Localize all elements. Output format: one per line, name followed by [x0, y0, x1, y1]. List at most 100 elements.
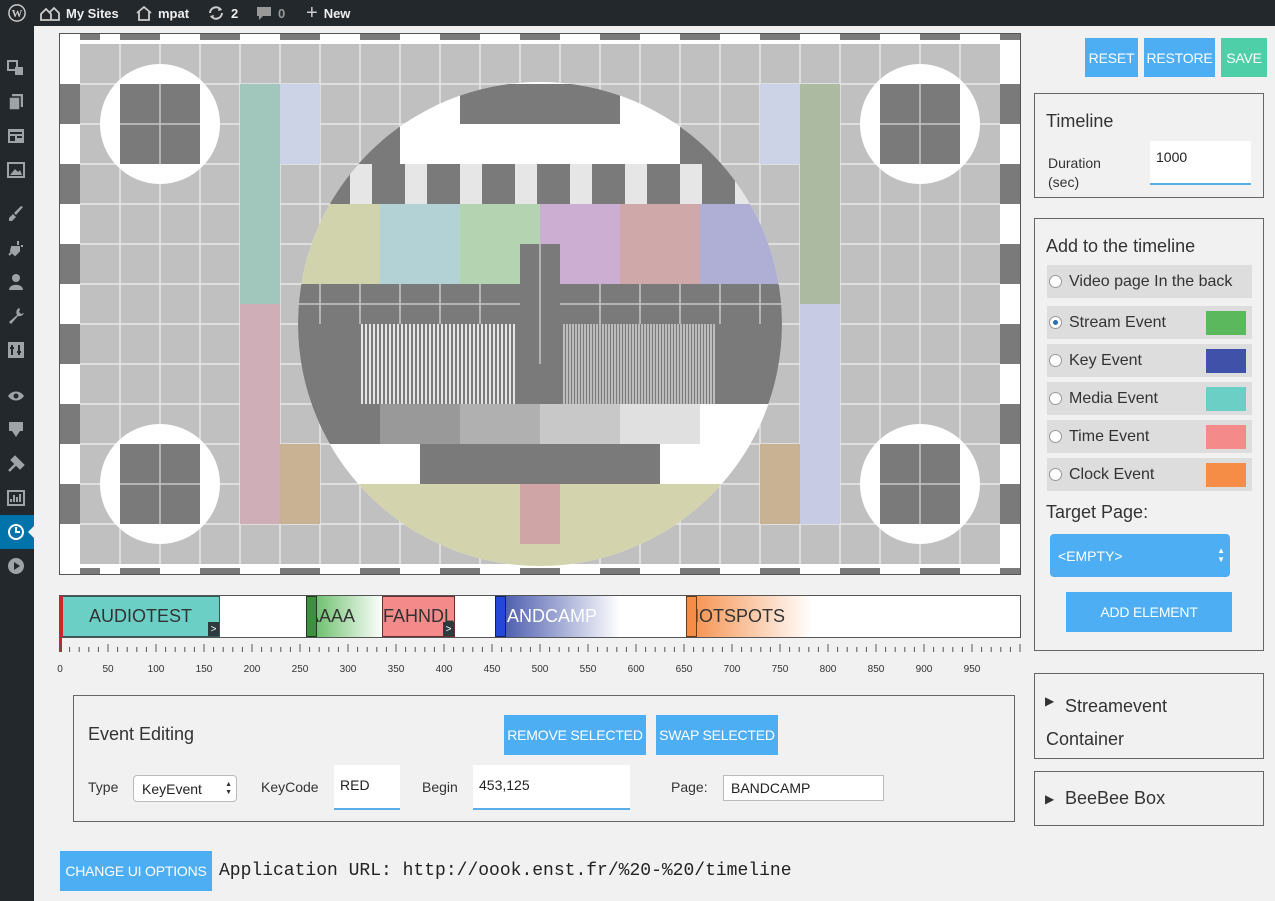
timeline-event-hotspots[interactable]: HOTSPOTS: [686, 596, 812, 637]
add-element-button[interactable]: ADD ELEMENT: [1066, 592, 1232, 632]
timeline-icon[interactable]: [5, 521, 27, 543]
tools-icon[interactable]: [5, 305, 27, 327]
my-sites-menu[interactable]: My Sites: [40, 0, 119, 26]
ruler-label: 500: [531, 664, 549, 675]
event-label: HOTSPOTS: [686, 606, 786, 626]
preview-icon[interactable]: [5, 385, 27, 407]
radio-video-page[interactable]: [1049, 275, 1062, 288]
appearance-icon[interactable]: [5, 203, 27, 225]
ruler-label: 400: [435, 664, 453, 675]
select-arrows-icon: ▲ ▼: [225, 781, 232, 796]
comments-count: 0: [278, 5, 286, 21]
begin-label: Begin: [422, 779, 458, 795]
video-preview[interactable]: [59, 33, 1021, 575]
play-icon[interactable]: [5, 555, 27, 577]
event-handle[interactable]: [306, 596, 317, 637]
radio-stream-event[interactable]: [1049, 316, 1062, 329]
build-icon[interactable]: [5, 453, 27, 475]
save-button[interactable]: SAVE: [1221, 38, 1267, 77]
keycode-label: KeyCode: [261, 779, 319, 795]
option-label: Stream Event: [1069, 313, 1166, 331]
event-more-icon: >: [208, 622, 219, 636]
media-icon[interactable]: [5, 159, 27, 181]
option-label: Key Event: [1069, 351, 1142, 369]
settings-icon[interactable]: [5, 339, 27, 361]
updates-icon: [209, 6, 223, 20]
target-page-select[interactable]: <EMPTY> ▲ ▼: [1050, 534, 1230, 577]
media-event-color-swatch: [1206, 387, 1246, 411]
begin-input[interactable]: 453,125: [473, 765, 630, 810]
radio-key-event[interactable]: [1049, 354, 1062, 367]
ruler-label: 800: [819, 664, 837, 675]
timeline-event-fahndl[interactable]: FAHNDL >: [382, 596, 455, 637]
ruler-label: 150: [195, 664, 213, 675]
plugins-icon[interactable]: [5, 237, 27, 259]
plus-icon: +: [306, 2, 318, 24]
event-handle[interactable]: [495, 596, 506, 637]
comment-icon: [257, 6, 271, 20]
option-key-event[interactable]: Key Event: [1047, 344, 1252, 377]
ruler-label: 100: [147, 664, 165, 675]
updates-menu[interactable]: 2: [207, 0, 238, 26]
ruler-label: 200: [243, 664, 261, 675]
import-icon[interactable]: [5, 419, 27, 441]
ruler-label: 700: [723, 664, 741, 675]
option-clock-event[interactable]: Clock Event: [1047, 458, 1252, 491]
add-panel-title: Add to the timeline: [1046, 236, 1196, 256]
page-input[interactable]: BANDCAMP: [723, 775, 884, 801]
test-card-image: [60, 34, 1020, 574]
beebee-box-panel[interactable]: ▶ BeeBee Box: [1034, 771, 1264, 826]
users-icon[interactable]: [5, 271, 27, 293]
type-value: KeyEvent: [142, 781, 202, 797]
type-select[interactable]: KeyEvent ▲ ▼: [133, 775, 237, 802]
timeline-settings-panel: Timeline Duration (sec) 1000: [1034, 93, 1264, 198]
duration-input[interactable]: 1000: [1150, 141, 1251, 185]
ruler-label: 950: [963, 664, 981, 675]
streamevent-container-panel[interactable]: ▶ Streamevent Container: [1034, 673, 1264, 759]
new-content-menu[interactable]: + New: [306, 0, 350, 26]
wordpress-logo-icon[interactable]: W: [8, 0, 26, 26]
sites-icon: [40, 6, 60, 21]
reset-button[interactable]: RESET: [1085, 38, 1138, 77]
timeline-event-aaaa[interactable]: AAAA: [306, 596, 383, 637]
restore-button[interactable]: RESTORE: [1144, 38, 1215, 77]
site-name-label: mpat: [158, 5, 190, 21]
key-event-color-swatch: [1206, 349, 1246, 373]
event-handle[interactable]: [686, 596, 697, 637]
stats-icon[interactable]: [5, 487, 27, 509]
ruler-label: 250: [291, 664, 309, 675]
radio-time-event[interactable]: [1049, 430, 1062, 443]
option-stream-event[interactable]: Stream Event: [1047, 306, 1252, 339]
ruler-label: 750: [771, 664, 789, 675]
admin-bar: W My Sites mpat 2 0 + New: [0, 0, 1275, 26]
timeline-event-audiotest[interactable]: AUDIOTEST >: [60, 596, 220, 637]
event-editing-title: Event Editing: [88, 724, 195, 744]
timeline-event-bandcamp[interactable]: BANDCAMP: [495, 596, 620, 637]
swap-selected-button[interactable]: SWAP SELECTED: [656, 715, 778, 755]
radio-media-event[interactable]: [1049, 392, 1062, 405]
target-page-label: Target Page:: [1046, 502, 1149, 522]
my-sites-label: My Sites: [66, 5, 119, 21]
option-time-event[interactable]: Time Event: [1047, 420, 1252, 453]
dashboard-icon[interactable]: [5, 57, 27, 79]
radio-clock-event[interactable]: [1049, 468, 1062, 481]
expand-triangle-icon: ▶: [1045, 792, 1055, 806]
remove-selected-button[interactable]: REMOVE SELECTED: [504, 715, 646, 755]
site-name-menu[interactable]: mpat: [136, 0, 189, 26]
timeline-track[interactable]: AUDIOTEST > AAAA FAHNDL > BANDCAMP HOTSP…: [59, 595, 1021, 638]
application-url: Application URL: http://oook.enst.fr/%20…: [219, 861, 792, 881]
option-media-event[interactable]: Media Event: [1047, 382, 1252, 415]
ruler-label: 850: [867, 664, 885, 675]
comments-menu[interactable]: 0: [256, 0, 285, 26]
option-label: Time Event: [1069, 427, 1150, 445]
change-ui-options-button[interactable]: CHANGE UI OPTIONS: [60, 851, 212, 891]
timeline-panel-title: Timeline: [1046, 111, 1114, 131]
ruler-label: 600: [627, 664, 645, 675]
option-video-page[interactable]: Video page In the back: [1047, 265, 1252, 298]
keycode-input[interactable]: RED: [334, 765, 400, 810]
clock-event-color-swatch: [1206, 463, 1246, 487]
playhead-marker[interactable]: [60, 596, 63, 637]
ruler-label: 350: [387, 664, 405, 675]
layouts-icon[interactable]: [5, 125, 27, 147]
pages-icon[interactable]: [5, 91, 27, 113]
